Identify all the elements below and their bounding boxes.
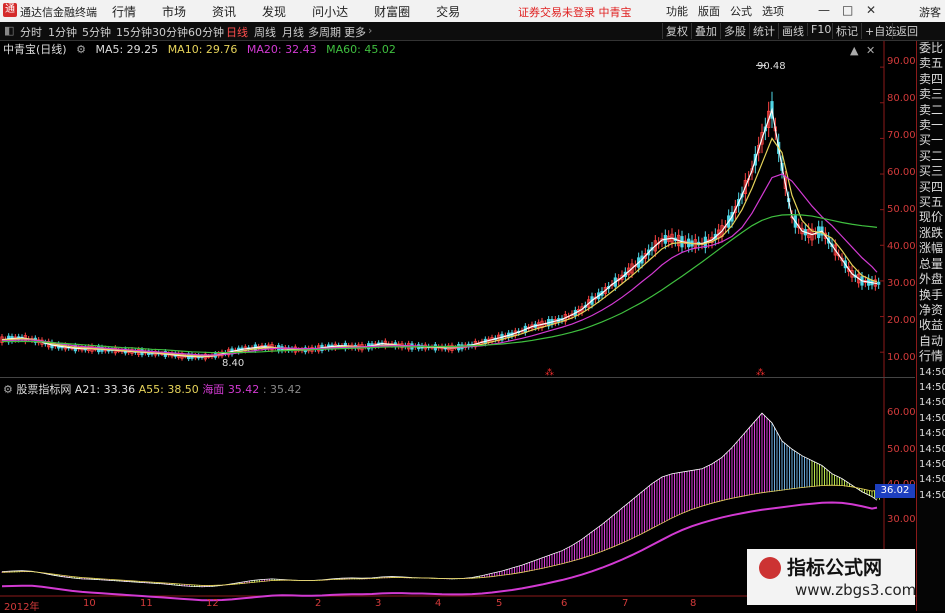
sea-line [1, 501, 878, 602]
side-panel-item[interactable]: 卖一 [917, 118, 945, 133]
x-label: 6 [561, 598, 568, 609]
ma-line-ma60 [2, 214, 878, 354]
panel-divider[interactable] [0, 377, 915, 378]
guest-label[interactable]: 游客 [919, 4, 941, 20]
side-panel-item[interactable]: 买三 [917, 164, 945, 179]
ma-line-ma5 [1, 107, 878, 358]
x-label: 3 [375, 598, 382, 609]
side-panel-item[interactable]: 14:50 [917, 488, 945, 503]
side-panel-item[interactable]: 14:50 [917, 411, 945, 426]
ind-y-tick: 60.00 [887, 407, 916, 418]
y-tick: 20.00 [887, 315, 916, 326]
side-panel-item[interactable]: 14:50 [917, 442, 945, 457]
side-panel-item[interactable]: 收益 [917, 318, 945, 333]
side-panel-item[interactable]: 卖二 [917, 103, 945, 118]
side-panel-item[interactable]: 14:50 [917, 395, 945, 410]
watermark: 指标公式网 www.zbgs3.com [747, 549, 917, 605]
side-panel-item[interactable]: 涨幅 [917, 241, 945, 256]
low-price-label: 8.40 [222, 358, 245, 369]
side-panel-item[interactable]: 自动 [917, 334, 945, 349]
y-tick: 90.00 [887, 56, 916, 67]
side-panel-item[interactable]: 14:50 [917, 457, 945, 472]
side-panel-item[interactable]: 买二 [917, 149, 945, 164]
indicator-name: 股票指标网 [16, 383, 72, 396]
side-panel-item[interactable]: 14:50 [917, 380, 945, 395]
y-tick: 70.00 [887, 130, 916, 141]
side-panel-item[interactable]: 买五 [917, 195, 945, 210]
side-panel-item[interactable]: 14:50 [917, 365, 945, 380]
x-label: 8 [690, 598, 697, 609]
x-label: 10 [83, 598, 96, 609]
a55-label: A55: 38.50 [138, 383, 199, 396]
a55-line [1, 484, 878, 586]
side-panel-item[interactable]: 14:50 [917, 426, 945, 441]
ind-y-tick: 30.00 [887, 514, 916, 525]
sea-value: 35.42 [227, 383, 260, 396]
y-tick: 80.00 [887, 93, 916, 104]
y-tick: 50.00 [887, 204, 916, 215]
side-panel-item[interactable]: 14:50 [917, 472, 945, 487]
side-panel-item[interactable]: 买一 [917, 133, 945, 148]
indicator-info: ⚙ 股票指标网 A21: 33.36 A55: 38.50 海面 35.42 :… [3, 383, 302, 396]
sea-value-2: 35.42 [270, 383, 302, 396]
x-label: 11 [140, 598, 153, 609]
current-value-badge: 36.02 [875, 484, 915, 498]
a21-line [1, 412, 878, 588]
x-label: 4 [435, 598, 442, 609]
side-panel-item[interactable]: 卖三 [917, 87, 945, 102]
x-label: 7 [622, 598, 629, 609]
side-panel-item[interactable]: 委比 [917, 41, 945, 56]
side-panel-item[interactable]: 卖四 [917, 72, 945, 87]
side-panel-item[interactable]: 买四 [917, 180, 945, 195]
side-panel-item[interactable]: 卖五 [917, 56, 945, 71]
watermark-logo-icon [759, 557, 781, 579]
side-panel-item[interactable]: 外盘 [917, 272, 945, 287]
side-panel-item[interactable]: 行情 [917, 349, 945, 364]
candle-body [877, 281, 881, 285]
x-label: 2012年 [4, 602, 40, 613]
side-panel-item[interactable]: 现价 [917, 210, 945, 225]
quote-side-panel: 委比 卖五 卖四 卖三 卖二 卖一 买一 买二 买三 买四 买五 现价 涨跌 涨幅 总量 外盘 换手 净资 收益 自动… [916, 41, 945, 611]
side-panel-item[interactable]: 换手 [917, 288, 945, 303]
sea-label: 海面 [202, 383, 225, 396]
a21-label: A21: 33.36 [74, 383, 136, 396]
side-panel-item[interactable]: 总量 [917, 257, 945, 272]
ma-line-ma10 [1, 137, 878, 357]
y-tick: 60.00 [887, 167, 916, 178]
y-tick: 40.00 [887, 241, 916, 252]
watermark-url: www.zbgs3.com [795, 581, 917, 599]
x-label: 12 [206, 598, 219, 609]
watermark-title: 指标公式网 [787, 557, 883, 579]
indicator-settings-icon[interactable]: ⚙ [3, 383, 13, 396]
x-label: 2 [315, 598, 322, 609]
ind-y-tick: 50.00 [887, 444, 916, 455]
side-panel-item[interactable]: 净资 [917, 303, 945, 318]
x-label: 5 [496, 598, 503, 609]
side-panel-item[interactable]: 涨跌 [917, 226, 945, 241]
high-price-label: 90.48 [757, 61, 786, 72]
kline-chart[interactable]: ⁂ ⁂ [0, 0, 916, 609]
y-tick: 30.00 [887, 278, 916, 289]
y-tick: 10.00 [887, 352, 916, 363]
